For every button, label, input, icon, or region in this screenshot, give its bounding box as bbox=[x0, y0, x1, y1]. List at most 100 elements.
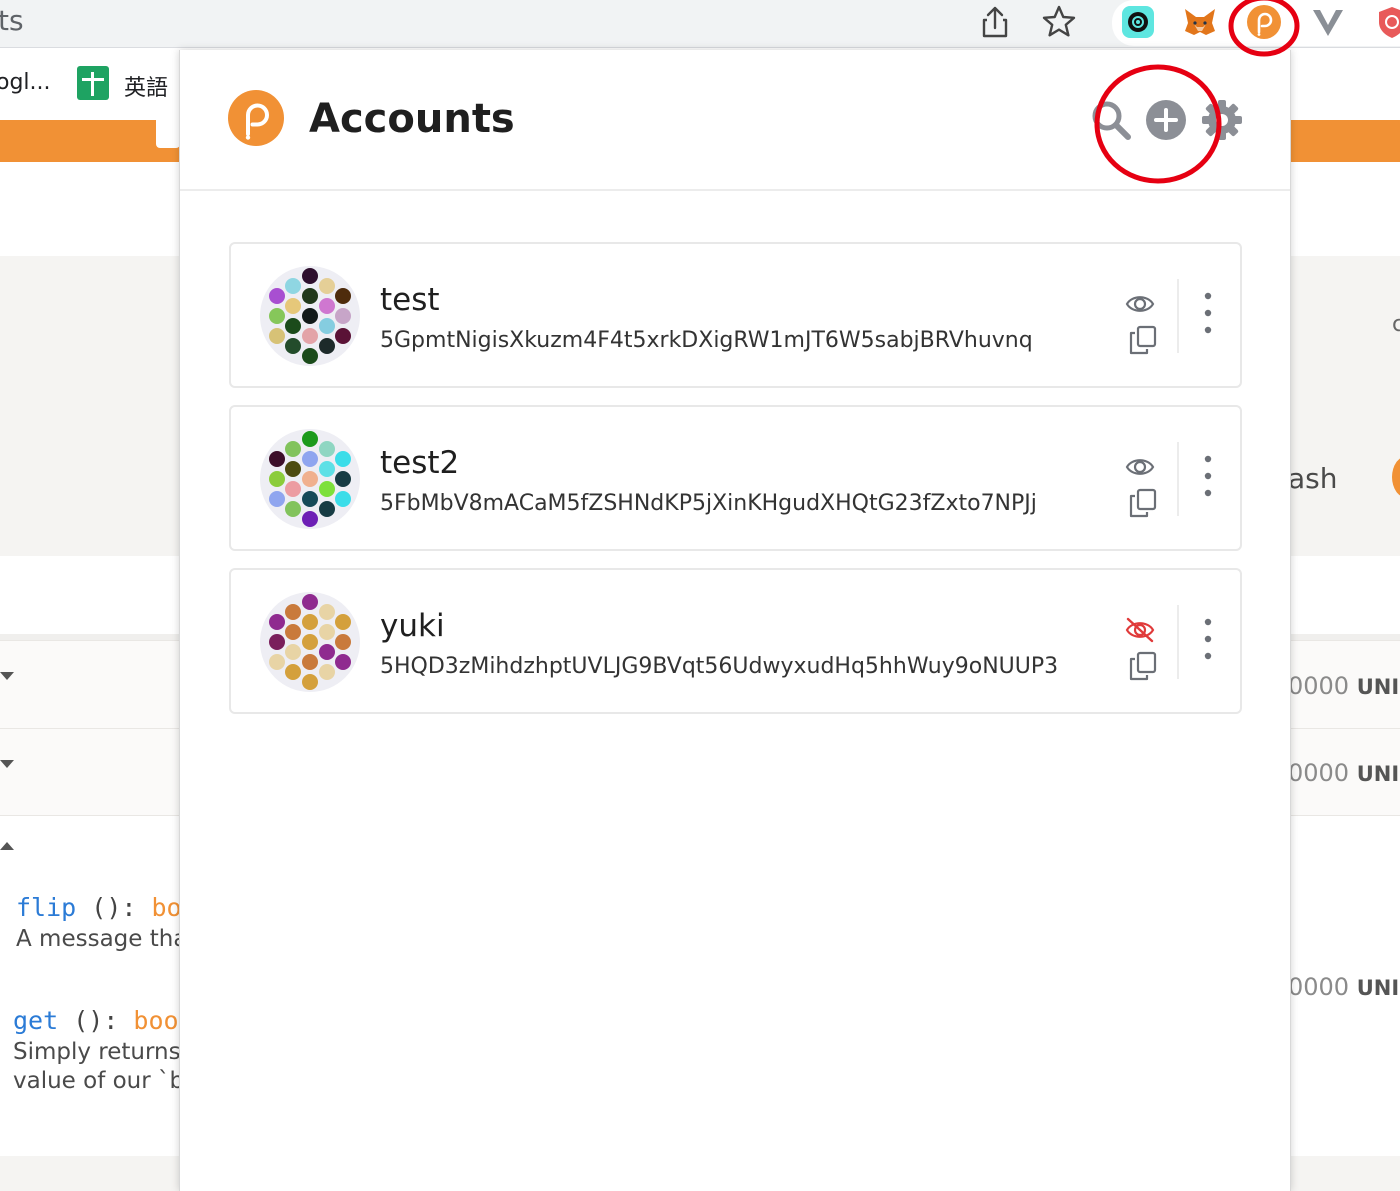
account-address: 5HQD3zMihdzhptUVLJG9BVqt56UdwyxudHq5hhWu… bbox=[380, 654, 1059, 679]
identicon-dot bbox=[302, 471, 318, 487]
gear-icon[interactable] bbox=[1200, 98, 1244, 142]
method-return-type: bo bbox=[151, 893, 182, 922]
identicon-dot bbox=[335, 634, 351, 650]
eye-off-icon[interactable] bbox=[1124, 616, 1156, 644]
identicon-dot bbox=[302, 288, 318, 304]
identicon-dot bbox=[335, 308, 351, 324]
identicon-dot bbox=[302, 451, 318, 467]
identicon-dot bbox=[302, 594, 318, 610]
account-identicon[interactable] bbox=[260, 266, 360, 366]
account-identicon[interactable] bbox=[260, 592, 360, 692]
identicon-dot bbox=[269, 614, 285, 630]
identicon-dot bbox=[319, 604, 335, 620]
identicon-dot bbox=[319, 501, 335, 517]
bookmark-star-icon[interactable] bbox=[1039, 2, 1079, 42]
identicon-dot bbox=[319, 624, 335, 640]
google-sheets-icon[interactable] bbox=[77, 66, 109, 100]
identicon-dot bbox=[319, 664, 335, 680]
identicon-dot bbox=[302, 511, 318, 527]
identicon-dot bbox=[269, 328, 285, 344]
extension-popup: Accounts test 5GpmtNigisXkuzm4F4t5xrkDXi… bbox=[179, 50, 1291, 1191]
identicon-dot bbox=[285, 481, 301, 497]
identicon-dot bbox=[302, 491, 318, 507]
identicon-dot bbox=[319, 298, 335, 314]
more-options-icon[interactable] bbox=[1197, 290, 1219, 340]
account-card[interactable]: test 5GpmtNigisXkuzm4F4t5xrkDXigRW1mJT6W… bbox=[229, 242, 1242, 388]
account-identicon[interactable] bbox=[260, 429, 360, 529]
bookmark-item[interactable]: 英語 bbox=[124, 70, 168, 102]
bookmark-item[interactable]: ogl... bbox=[0, 70, 51, 95]
identicon-dot bbox=[285, 624, 301, 640]
account-name: test bbox=[380, 282, 440, 318]
identicon-dot bbox=[269, 491, 285, 507]
method-signature: get (): boo bbox=[13, 1006, 179, 1035]
plus-circle-icon[interactable] bbox=[1144, 98, 1188, 142]
account-address: 5FbMbV8mACaM5fZSHNdKP5jXinKHgudXHQtG23fZ… bbox=[380, 491, 1037, 516]
identicon-dot bbox=[335, 451, 351, 467]
extension-a-icon[interactable] bbox=[1120, 4, 1156, 40]
identicon-dot bbox=[335, 471, 351, 487]
identicon-dot bbox=[285, 318, 301, 334]
more-options-icon[interactable] bbox=[1197, 453, 1219, 503]
identicon-dot bbox=[319, 461, 335, 477]
identicon-dot bbox=[302, 634, 318, 650]
identicon-dot bbox=[285, 298, 301, 314]
identicon-dot bbox=[335, 614, 351, 630]
identicon-dot bbox=[302, 654, 318, 670]
identicon-dot bbox=[269, 288, 285, 304]
share-icon[interactable] bbox=[975, 2, 1015, 42]
divider bbox=[1177, 605, 1179, 679]
eye-icon[interactable] bbox=[1124, 290, 1156, 318]
account-card[interactable]: test2 5FbMbV8mACaM5fZSHNdKP5jXinKHgudXHQ… bbox=[229, 405, 1242, 551]
search-icon[interactable] bbox=[1089, 98, 1133, 142]
identicon-dot bbox=[335, 654, 351, 670]
app-header-tab bbox=[156, 120, 180, 148]
caret-down-icon[interactable] bbox=[0, 672, 14, 680]
identicon-dot bbox=[319, 318, 335, 334]
identicon-dot bbox=[319, 338, 335, 354]
method-description: A message tha bbox=[16, 926, 188, 952]
copy-icon[interactable] bbox=[1127, 487, 1159, 519]
extension-shield-icon[interactable] bbox=[1374, 4, 1400, 40]
identicon-dot bbox=[319, 644, 335, 660]
divider bbox=[1177, 279, 1179, 353]
identicon-dot bbox=[285, 461, 301, 477]
method-description: value of our `b bbox=[13, 1068, 185, 1094]
popup-header: Accounts bbox=[180, 50, 1290, 191]
extension-v-icon[interactable] bbox=[1310, 4, 1346, 40]
partial-label: ash bbox=[1288, 462, 1338, 495]
identicon-dot bbox=[285, 338, 301, 354]
identicon-dot bbox=[302, 268, 318, 284]
browser-toolbar: ts bbox=[0, 0, 1400, 48]
balance-amount: 0000 UNI bbox=[1288, 672, 1400, 700]
identicon-dot bbox=[285, 501, 301, 517]
identicon-dot bbox=[269, 451, 285, 467]
method-name: flip bbox=[16, 893, 77, 922]
method-params: (): bbox=[58, 1006, 134, 1035]
caret-down-icon[interactable] bbox=[0, 760, 14, 768]
identicon-dot bbox=[285, 441, 301, 457]
identicon-dot bbox=[269, 634, 285, 650]
account-card[interactable]: yuki 5HQD3zMihdzhptUVLJG9BVqt56UdwyxudHq… bbox=[229, 568, 1242, 714]
more-options-icon[interactable] bbox=[1197, 616, 1219, 666]
identicon-dot bbox=[302, 348, 318, 364]
identicon-dot bbox=[269, 471, 285, 487]
polkadot-extension-icon[interactable] bbox=[1246, 4, 1282, 40]
copy-icon[interactable] bbox=[1127, 324, 1159, 356]
copy-icon[interactable] bbox=[1127, 650, 1159, 682]
metamask-fox-icon[interactable] bbox=[1182, 4, 1218, 40]
method-description: Simply returns bbox=[13, 1039, 181, 1065]
polkadot-logo-icon bbox=[228, 90, 284, 146]
method-return-type: boo bbox=[133, 1006, 179, 1035]
method-params: (): bbox=[76, 893, 152, 922]
page-title: Accounts bbox=[309, 96, 515, 142]
caret-up-icon[interactable] bbox=[0, 842, 14, 850]
tab-title[interactable]: ts bbox=[0, 4, 24, 37]
identicon-dot bbox=[269, 654, 285, 670]
identicon-dot bbox=[302, 308, 318, 324]
balance-amount: 0000 UNI bbox=[1288, 759, 1400, 787]
extensions-area bbox=[1112, 0, 1400, 46]
identicon-dot bbox=[302, 614, 318, 630]
method-signature: flip (): bo bbox=[16, 893, 182, 922]
eye-icon[interactable] bbox=[1124, 453, 1156, 481]
